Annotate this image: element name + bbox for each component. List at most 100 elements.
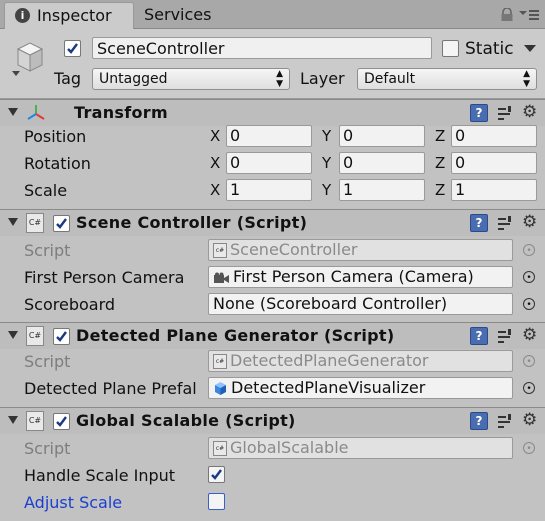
static-dropdown-icon[interactable]	[523, 44, 537, 53]
tag-label: Tag	[54, 69, 82, 88]
scoreboard-field[interactable]: None (Scoreboard Controller)	[208, 293, 513, 315]
script-label: Script	[24, 439, 71, 458]
help-icon[interactable]: ?	[470, 214, 488, 232]
cs-script-icon: c#	[213, 354, 227, 369]
script-field: c# GlobalScalable	[208, 437, 513, 459]
rotation-z-field[interactable]: 0	[451, 152, 537, 174]
handle-scale-input-checkbox[interactable]	[208, 466, 225, 483]
cs-script-icon: c#	[213, 243, 227, 258]
layer-dropdown[interactable]: Default ▲ ▼	[357, 68, 537, 90]
adjust-scale-checkbox[interactable]	[208, 493, 225, 510]
preset-icon[interactable]	[497, 328, 513, 344]
preset-icon[interactable]	[497, 413, 513, 429]
lock-icon[interactable]	[500, 8, 514, 22]
foldout-arrow-icon[interactable]	[8, 218, 18, 226]
menu-icon[interactable]	[518, 8, 540, 22]
cs-script-icon: C#	[26, 326, 44, 346]
cs-script-icon: C#	[26, 213, 44, 233]
detected-plane-prefab-field[interactable]: DetectedPlaneVisualizer	[208, 377, 513, 399]
object-picker-icon[interactable]: •	[523, 271, 535, 283]
help-icon[interactable]: ?	[470, 327, 488, 345]
script-value: SceneController	[230, 240, 358, 259]
static-label: Static	[465, 39, 514, 59]
axis-x-label: X	[210, 127, 221, 145]
gear-icon[interactable]: ⚙	[522, 104, 537, 121]
scale-x-field[interactable]: 1	[226, 179, 312, 201]
script-label: Script	[24, 352, 71, 371]
plane-generator-enabled-toggle[interactable]	[53, 328, 70, 345]
preset-icon[interactable]	[497, 215, 513, 231]
static-checkbox[interactable]	[442, 40, 459, 57]
rotation-label: Rotation	[24, 154, 91, 173]
tab-inspector-label: Inspector	[37, 6, 112, 25]
rotation-y-field[interactable]: 0	[339, 152, 425, 174]
preset-icon[interactable]	[497, 105, 513, 121]
axis-y-label: Y	[322, 181, 332, 199]
axis-x-label: X	[210, 181, 221, 199]
position-z-field[interactable]: 0	[451, 125, 537, 147]
layer-value: Default	[364, 71, 416, 87]
layer-label: Layer	[300, 69, 345, 88]
first-person-camera-value: First Person Camera (Camera)	[233, 267, 474, 286]
first-person-camera-field[interactable]: First Person Camera (Camera)	[208, 266, 513, 288]
checkmark-icon	[56, 331, 67, 342]
foldout-arrow-icon[interactable]	[8, 416, 18, 424]
axis-y-label: Y	[322, 127, 332, 145]
script-value: DetectedPlaneGenerator	[230, 351, 429, 370]
cube-icon[interactable]	[10, 39, 48, 77]
object-header: SceneController Static Tag Untagged ▲ ▼ L…	[0, 29, 545, 99]
dropdown-arrows-icon: ▲ ▼	[523, 69, 530, 89]
script-field: c# SceneController	[208, 239, 513, 261]
detected-plane-prefab-label: Detected Plane Prefal	[24, 379, 197, 398]
object-picker-icon: •	[523, 442, 535, 454]
object-picker-icon[interactable]: •	[523, 298, 535, 310]
scale-y-field[interactable]: 1	[339, 179, 425, 201]
foldout-arrow-icon[interactable]	[8, 108, 18, 116]
gear-icon[interactable]: ⚙	[522, 327, 537, 344]
first-person-camera-label: First Person Camera	[24, 268, 185, 287]
help-icon[interactable]: ?	[470, 412, 488, 430]
tab-inspector[interactable]: i Inspector	[4, 2, 134, 29]
tab-bar: i Inspector Services	[0, 0, 545, 29]
checkmark-icon	[67, 43, 78, 54]
gear-icon[interactable]: ⚙	[522, 412, 537, 429]
scale-label: Scale	[24, 181, 68, 200]
transform-header[interactable]: Transform ? ⚙	[0, 99, 545, 126]
global-scalable-header[interactable]: C# Global Scalable (Script) ? ⚙	[0, 407, 545, 434]
help-icon[interactable]: ?	[470, 104, 488, 122]
tab-services[interactable]: Services	[138, 2, 238, 28]
rotation-x-field[interactable]: 0	[226, 152, 312, 174]
object-picker-icon[interactable]: •	[523, 382, 535, 394]
global-scalable-enabled-toggle[interactable]	[53, 413, 70, 430]
object-picker-icon: •	[523, 244, 535, 256]
scale-z-field[interactable]: 1	[451, 179, 537, 201]
transform-axes-icon	[27, 105, 45, 120]
handle-scale-input-label: Handle Scale Input	[24, 466, 176, 485]
axis-z-label: Z	[435, 181, 446, 199]
prefab-cube-icon	[215, 382, 226, 395]
cs-script-icon: c#	[213, 441, 227, 456]
object-name-input[interactable]: SceneController	[92, 37, 432, 59]
axis-z-label: Z	[435, 127, 446, 145]
scene-controller-title: Scene Controller (Script)	[76, 213, 308, 232]
plane-generator-header[interactable]: C# Detected Plane Generator (Script) ? ⚙	[0, 322, 545, 349]
info-icon: i	[15, 8, 30, 23]
scoreboard-label: Scoreboard	[24, 295, 116, 314]
scene-controller-header[interactable]: C# Scene Controller (Script) ? ⚙	[0, 209, 545, 236]
axis-x-label: X	[210, 154, 221, 172]
scene-controller-enabled-toggle[interactable]	[53, 215, 70, 232]
tag-dropdown[interactable]: Untagged ▲ ▼	[92, 68, 290, 90]
gear-icon[interactable]: ⚙	[522, 214, 537, 231]
axis-z-label: Z	[435, 154, 446, 172]
cs-script-icon: C#	[26, 411, 44, 431]
plane-generator-title: Detected Plane Generator (Script)	[76, 326, 395, 345]
checkmark-icon	[211, 469, 222, 480]
active-toggle[interactable]	[64, 40, 81, 57]
position-y-field[interactable]: 0	[339, 125, 425, 147]
adjust-scale-label: Adjust Scale	[24, 493, 123, 512]
script-field: c# DetectedPlaneGenerator	[208, 350, 513, 372]
detected-plane-prefab-value: DetectedPlaneVisualizer	[231, 378, 426, 397]
position-x-field[interactable]: 0	[226, 125, 312, 147]
foldout-arrow-icon[interactable]	[8, 331, 18, 339]
axis-y-label: Y	[322, 154, 332, 172]
